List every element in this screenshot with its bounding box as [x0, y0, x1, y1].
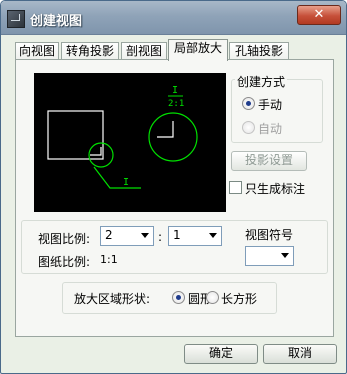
radio-manual-label: 手动: [258, 98, 283, 112]
radio-rectangle-label: 长方形: [221, 292, 258, 306]
callout-label: I: [123, 177, 129, 188]
only-generate-label-text: 只生成标注: [245, 182, 306, 196]
create-view-dialog: 创建视图 ✕ 向视图 转角投影 剖视图 局部放大 孔轴投影 I I 2:1 创建…: [0, 0, 347, 374]
paper-scale-label: 图纸比例:: [38, 255, 91, 269]
projection-settings-button[interactable]: 投影设置: [231, 151, 307, 171]
tab-hole-shaft-projection[interactable]: 孔轴投影: [229, 42, 289, 60]
close-button[interactable]: ✕: [297, 5, 341, 25]
radio-rectangle[interactable]: [206, 291, 219, 304]
view-scale-right-value: 1: [173, 228, 181, 242]
tab-partial-enlarge[interactable]: 局部放大: [168, 39, 228, 61]
view-scale-right-select[interactable]: 1: [168, 226, 222, 246]
scale-numerator: I: [172, 85, 178, 96]
view-symbol-select[interactable]: [245, 246, 294, 266]
scale-separator: :: [158, 230, 163, 244]
radio-circle[interactable]: [172, 291, 185, 304]
radio-auto-label: 自动: [258, 122, 283, 136]
view-scale-left-value: 2: [105, 228, 113, 242]
shape-label: 放大区域形状:: [74, 292, 151, 306]
ok-button[interactable]: 确定: [184, 344, 258, 364]
cancel-button[interactable]: 取消: [263, 344, 337, 364]
preview-canvas: I I 2:1: [34, 73, 226, 212]
chevron-down-icon: [209, 233, 217, 238]
preview-drawing: I I 2:1: [47, 85, 198, 189]
source-rect: [47, 110, 104, 160]
partial-enlarge-panel: I I 2:1 创建方式 手动 自动 投影设置 只生成标注 视图比例: 2 : …: [15, 59, 334, 337]
radio-auto[interactable]: [242, 121, 255, 134]
radio-manual[interactable]: [242, 97, 255, 110]
tab-rotated-projection[interactable]: 转角投影: [61, 42, 119, 60]
view-scale-left-select[interactable]: 2: [100, 226, 154, 246]
view-symbol-label: 视图符号: [245, 228, 294, 242]
app-icon: [7, 10, 25, 28]
only-generate-label-checkbox[interactable]: [229, 181, 242, 194]
chevron-down-icon: [141, 233, 149, 238]
view-scale-label: 视图比例:: [38, 232, 91, 246]
title-bar: 创建视图 ✕: [1, 1, 346, 35]
enlarged-corner: [157, 121, 174, 138]
paper-scale-value: 1:1: [100, 253, 118, 266]
chevron-down-icon: [281, 253, 289, 258]
create-method-title: 创建方式: [235, 73, 288, 90]
dialog-title: 创建视图: [30, 14, 83, 29]
scale-denominator: 2:1: [168, 99, 184, 109]
tab-direction-view[interactable]: 向视图: [15, 42, 59, 60]
callout-leader: [93, 166, 141, 189]
tab-section-view[interactable]: 剖视图: [121, 42, 167, 60]
